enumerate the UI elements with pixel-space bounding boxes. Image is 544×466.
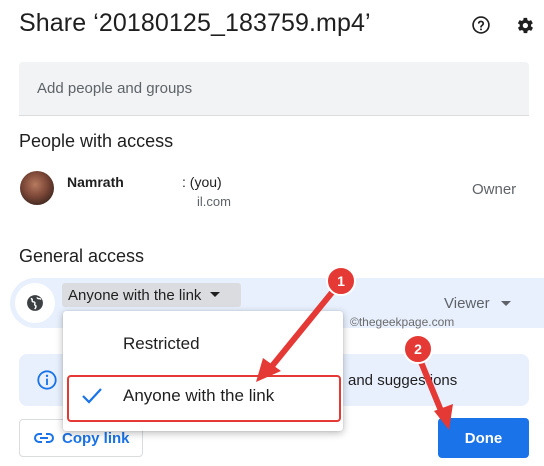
annotation-badge-1: 1 (326, 266, 356, 296)
general-access-heading: General access (19, 246, 145, 266)
person-you-label: : (you) (182, 174, 222, 190)
general-access-selected: Anyone with the link (68, 286, 202, 304)
general-access-select[interactable]: Anyone with the link (62, 283, 241, 307)
people-with-access-heading: People with access (19, 131, 174, 151)
done-button[interactable]: Done (438, 418, 529, 458)
info-banner-text: and suggestions (348, 372, 458, 389)
access-role-label: Viewer (444, 295, 490, 312)
person-name: Namrath (67, 174, 124, 190)
globe-icon (15, 283, 55, 323)
caret-down-icon (210, 292, 221, 297)
annotation-badge-2: 2 (403, 334, 433, 364)
caret-down-icon (500, 300, 511, 306)
gear-icon[interactable] (513, 14, 535, 36)
person-email: il.com (197, 194, 231, 209)
access-role-select[interactable]: Viewer (444, 295, 512, 312)
add-people-input[interactable] (19, 62, 529, 115)
highlight-box (67, 375, 341, 422)
menu-item-restricted[interactable]: Restricted (63, 320, 343, 368)
copy-link-label: Copy link (62, 429, 130, 447)
avatar (20, 171, 54, 205)
info-icon (36, 369, 58, 396)
add-people-input-box[interactable] (19, 62, 529, 116)
menu-item-label: Restricted (123, 334, 200, 353)
dialog-title: Share ‘20180125_183759.mp4’ (19, 9, 371, 37)
link-icon (34, 433, 54, 443)
watermark: ©thegeekpage.com (350, 315, 455, 329)
person-role: Owner (472, 181, 517, 198)
help-circle-icon[interactable] (470, 14, 492, 36)
